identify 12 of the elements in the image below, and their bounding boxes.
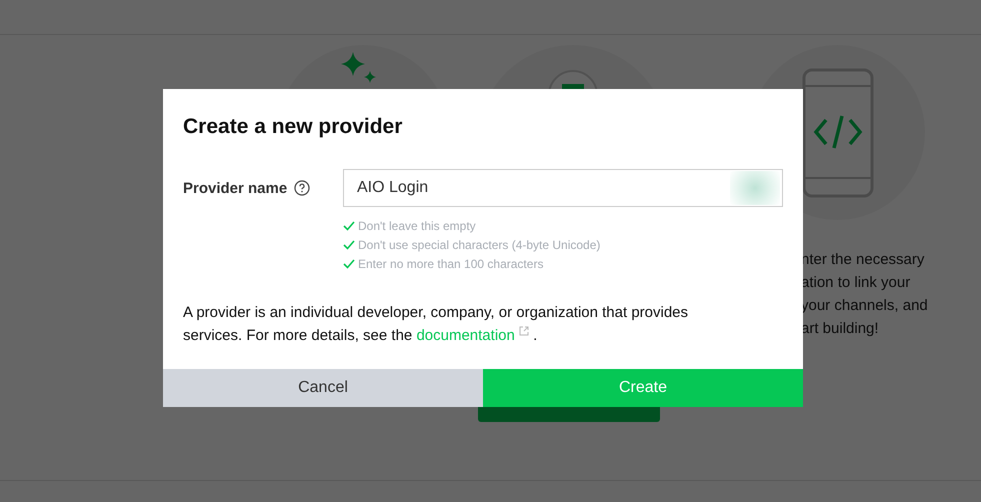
description-text: A provider is an individual developer, company, or organization that provides services. For more details, see the documentation . [183, 303, 690, 346]
cancel-button[interactable]: Cancel [163, 369, 483, 407]
rule-text: Don't leave this empty [358, 219, 476, 233]
field-label: Provider name [183, 180, 288, 196]
rule-text: Don't use special characters (4-byte Unicode) [358, 238, 600, 252]
intro-text: ation to link your [801, 273, 912, 293]
dialog-title: Create a new provider [183, 115, 404, 139]
sparkle-icon [340, 52, 376, 83]
help-icon[interactable] [294, 180, 310, 196]
external-link-icon [519, 326, 530, 336]
provider-name-field[interactable]: AIO Login [343, 169, 783, 207]
rule-text: Enter no more than 100 characters [358, 257, 544, 271]
